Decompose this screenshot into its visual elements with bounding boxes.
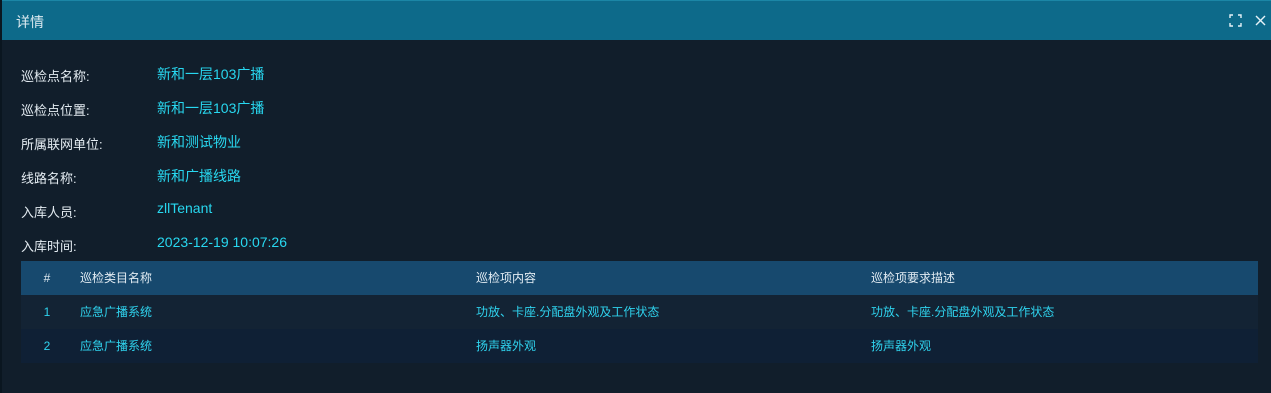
fullscreen-icon[interactable] <box>1226 11 1244 29</box>
time-label: 入库时间: <box>21 239 77 254</box>
unit-label: 所属联网单位: <box>21 137 103 152</box>
table-header: # 巡检类目名称 巡检项内容 巡检项要求描述 <box>21 261 1258 295</box>
table-row[interactable]: 1 应急广播系统 功放、卡座.分配盘外观及工作状态 功放、卡座.分配盘外观及工作… <box>21 295 1258 329</box>
close-icon[interactable] <box>1251 11 1269 29</box>
row-description: 功放、卡座.分配盘外观及工作状态 <box>871 305 1055 319</box>
staff-value: zllTenant <box>157 200 213 216</box>
time-value: 2023-12-19 10:07:26 <box>157 234 287 250</box>
row-content: 扬声器外观 <box>476 339 537 353</box>
route-value: 新和广播线路 <box>157 168 241 184</box>
point-location-value: 新和一层103广播 <box>157 100 265 116</box>
point-location-label: 巡检点位置: <box>21 103 90 118</box>
point-name-value: 新和一层103广播 <box>157 66 265 82</box>
details-dialog: 详情 巡检点名称: 新和一层103广播 巡检点位置: 新和一层103广播 所属联… <box>0 0 1271 393</box>
row-content: 功放、卡座.分配盘外观及工作状态 <box>476 305 660 319</box>
header-category: 巡检类目名称 <box>80 271 153 285</box>
dialog-title: 详情 <box>16 14 44 30</box>
header-content: 巡检项内容 <box>476 271 537 285</box>
inspection-items-table: # 巡检类目名称 巡检项内容 巡检项要求描述 1 应急广播系统 功放、卡座.分配… <box>21 261 1258 363</box>
point-name-label: 巡检点名称: <box>21 69 90 84</box>
row-description: 扬声器外观 <box>871 339 932 353</box>
table-row[interactable]: 2 应急广播系统 扬声器外观 扬声器外观 <box>21 329 1258 363</box>
row-index: 1 <box>43 305 51 319</box>
header-description: 巡检项要求描述 <box>871 271 956 285</box>
dialog-titlebar: 详情 <box>2 0 1271 40</box>
unit-value: 新和测试物业 <box>157 134 241 150</box>
header-index: # <box>43 271 51 285</box>
row-index: 2 <box>43 339 51 353</box>
route-label: 线路名称: <box>21 171 77 186</box>
row-category: 应急广播系统 <box>80 305 153 319</box>
staff-label: 入库人员: <box>21 205 77 220</box>
row-category: 应急广播系统 <box>80 339 153 353</box>
